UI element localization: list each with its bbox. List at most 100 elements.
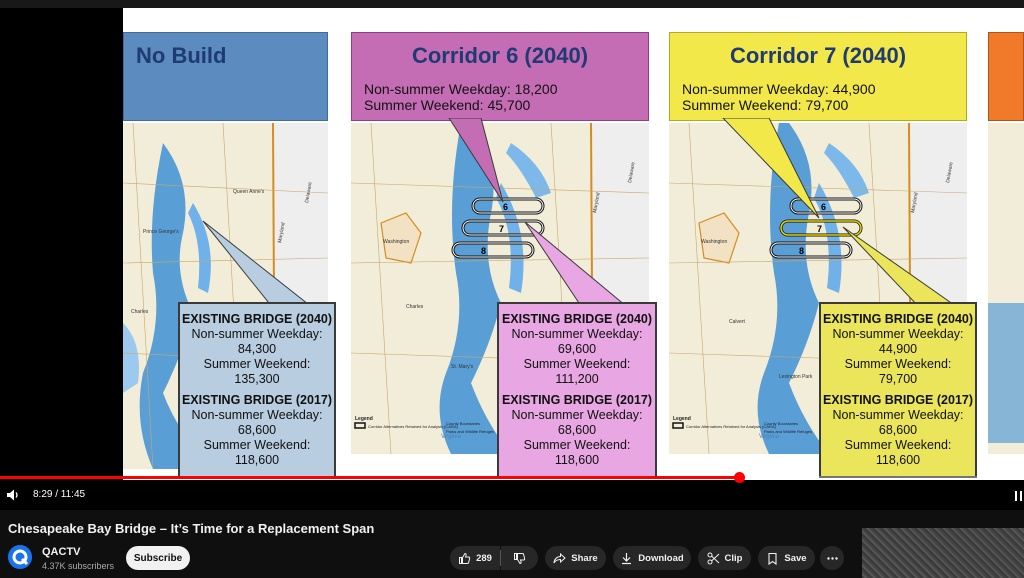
more-actions-button[interactable] <box>820 546 844 570</box>
callout-no-build: EXISTING BRIDGE (2040) Non-summer Weekda… <box>178 302 336 478</box>
progress-bar[interactable] <box>0 476 1024 479</box>
map-label-queen-annes: Queen Anne's <box>233 189 265 195</box>
callout-value: 69,600 <box>557 342 597 356</box>
map-label-virginia: Virginia <box>759 434 780 440</box>
share-button[interactable]: Share <box>545 546 606 570</box>
panel-partial <box>988 8 1024 480</box>
callout-corridor-7: EXISTING BRIDGE (2040) Non-summer Weekda… <box>819 302 977 478</box>
time-display: 8:29 / 11:45 <box>33 489 86 500</box>
subscribe-button[interactable]: Subscribe <box>126 546 190 570</box>
clip-label: Clip <box>724 552 743 564</box>
recommended-video-thumbnail[interactable] <box>862 528 1024 578</box>
callout-pointer <box>842 226 959 308</box>
player-top-strip <box>0 0 1024 8</box>
callout-value: 118,600 <box>234 453 280 467</box>
corridor-stat-weekend: Summer Weekend: 45,700 <box>364 97 531 113</box>
map-label-washington: Washington <box>701 239 727 245</box>
volume-icon[interactable] <box>6 488 20 502</box>
callout-corridor-6: EXISTING BRIDGE (2040) Non-summer Weekda… <box>497 302 657 478</box>
map-label-charles: Charles <box>406 304 424 310</box>
callout-heading-2040: EXISTING BRIDGE (2040) <box>181 312 333 326</box>
panel-title: Corridor 6 (2040) <box>411 43 589 68</box>
callout-label: Non-summer Weekday: <box>191 408 323 422</box>
legend-item: Parks and Wildlife Refuges <box>764 429 812 434</box>
corridor-stat-weekend: Summer Weekend: 79,700 <box>682 97 849 113</box>
channel-logo-icon <box>8 545 32 569</box>
callout-label: Non-summer Weekday: <box>511 327 643 341</box>
callout-value: 84,300 <box>237 342 277 356</box>
callout-heading-2017: EXISTING BRIDGE (2017) <box>181 393 333 407</box>
callout-pointer <box>448 118 504 203</box>
fullscreen-icon[interactable] <box>1014 490 1024 502</box>
map-label-washington: Washington <box>383 239 409 245</box>
callout-value: 135,300 <box>234 372 280 386</box>
callout-value: 79,700 <box>878 372 918 386</box>
legend-item: Corridor Alternatives Retained for Analy… <box>686 424 776 429</box>
save-button[interactable]: Save <box>758 546 815 570</box>
subscriber-count: 4.37K subscribers <box>42 561 115 571</box>
panel-corridor-7: 6 7 8 Washington Maryland Delaware Calve… <box>669 8 979 480</box>
progress-played <box>0 476 740 479</box>
legend-title: Legend <box>673 416 691 422</box>
callout-heading-2017: EXISTING BRIDGE (2017) <box>822 393 974 407</box>
map-label-calvert: Calvert <box>729 319 745 325</box>
callout-label: Non-summer Weekday: <box>832 408 964 422</box>
share-icon <box>553 552 567 563</box>
map-partial <box>988 123 1024 454</box>
like-count: 289 <box>476 552 492 564</box>
panel-header: No Build <box>123 32 328 121</box>
map-label-prince-georges: Prince George's <box>143 229 179 235</box>
callout-label: Summer Weekend: <box>203 357 311 371</box>
panel-corridor-6: 6 7 8 Washington Maryland Delaware Charl… <box>351 8 657 480</box>
download-button[interactable]: Download <box>613 546 691 570</box>
legend-item: Corridor Alternatives Retained for Analy… <box>368 424 458 429</box>
callout-label: Non-summer Weekday: <box>511 408 643 422</box>
like-icon <box>459 552 471 564</box>
panel-header: Corridor 6 (2040) Non-summer Weekday: 18… <box>351 32 649 121</box>
callout-label: Summer Weekend: <box>203 438 311 452</box>
video-player[interactable]: No Build Maryland Delaware Virginia Char… <box>0 0 1024 510</box>
panel-header: Corridor 7 (2040) Non-summer Weekday: 44… <box>669 32 967 121</box>
dislike-button[interactable] <box>501 546 538 570</box>
callout-heading-2040: EXISTING BRIDGE (2040) <box>501 312 653 326</box>
callout-value: 68,600 <box>878 423 918 437</box>
player-controls: 8:29 / 11:45 <box>0 481 1024 510</box>
callout-value: 118,600 <box>554 453 600 467</box>
callout-value: 44,900 <box>878 342 918 356</box>
panel-title: Corridor 7 (2040) <box>729 43 907 68</box>
corridor-stat-weekday: Non-summer Weekday: 18,200 <box>364 81 558 97</box>
callout-pointer <box>722 118 820 219</box>
callout-heading-2017: EXISTING BRIDGE (2017) <box>501 393 653 407</box>
clip-button[interactable]: Clip <box>698 546 751 570</box>
callout-value: 68,600 <box>237 423 277 437</box>
clip-icon <box>707 552 719 564</box>
like-button[interactable]: 289 <box>450 546 500 570</box>
channel-name[interactable]: QACTV <box>42 546 81 558</box>
callout-label: Non-summer Weekday: <box>832 327 964 341</box>
channel-avatar[interactable] <box>8 545 32 569</box>
callout-heading-2040: EXISTING BRIDGE (2040) <box>822 312 974 326</box>
map-label-corridor-8: 8 <box>481 246 486 256</box>
legend-title: Legend <box>355 416 373 422</box>
corridor-stat-weekday: Non-summer Weekday: 44,900 <box>682 81 876 97</box>
save-icon <box>768 552 777 565</box>
map-label-corridor-7: 7 <box>817 224 822 234</box>
legend-item: Parks and Wildlife Refuges <box>446 429 494 434</box>
download-label: Download <box>638 552 684 564</box>
map-label-corridor-8: 8 <box>799 246 804 256</box>
callout-value: 118,600 <box>875 453 921 467</box>
callout-pointer <box>524 221 628 307</box>
map-label-lexington-park: Lexington Park <box>779 374 813 380</box>
video-frame-slide: No Build Maryland Delaware Virginia Char… <box>123 8 1024 480</box>
legend-item: County Boundaries <box>764 421 798 426</box>
download-icon <box>622 552 632 564</box>
callout-label: Summer Weekend: <box>844 438 952 452</box>
panel-title: No Build <box>136 43 227 68</box>
map-label-charles: Charles <box>131 309 149 315</box>
map-label-corridor-7: 7 <box>499 224 504 234</box>
callout-label: Summer Weekend: <box>844 357 952 371</box>
video-title: Chesapeake Bay Bridge – It’s Time for a … <box>8 521 375 536</box>
callout-value: 68,600 <box>557 423 597 437</box>
map-label-st-marys: St. Mary's <box>451 364 474 370</box>
more-icon <box>826 556 838 560</box>
